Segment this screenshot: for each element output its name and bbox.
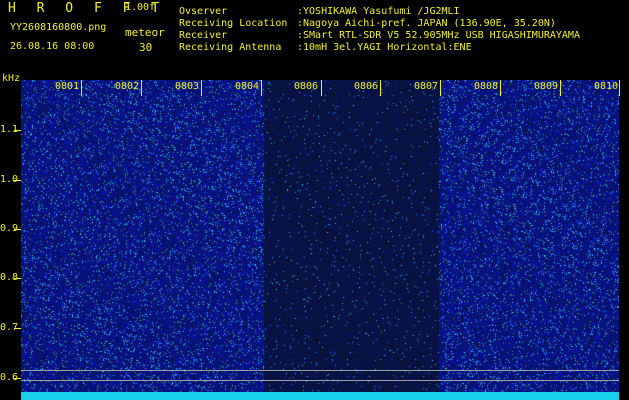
x-tick-mark — [321, 80, 322, 96]
reference-line — [21, 370, 619, 371]
y-tick-mark — [14, 229, 21, 230]
info-label-observer: Ovserver — [179, 6, 228, 17]
x-tick-mark — [560, 80, 561, 96]
info-value-receiver: :SMart RTL-SDR V5 52.905MHz USB HIGASHIM… — [297, 30, 580, 41]
app-version: 1.00f — [125, 2, 156, 13]
x-tick-label: 0810 — [594, 81, 619, 92]
y-tick-mark — [14, 328, 21, 329]
x-tick-label: 0801 — [55, 81, 80, 92]
y-axis-unit: kHz — [2, 73, 21, 84]
info-label-receiver: Receiver — [179, 30, 228, 41]
info-label-antenna: Receiving Antenna — [179, 42, 282, 53]
x-tick-mark — [440, 80, 441, 96]
filename: YY2608160800.png — [10, 22, 107, 33]
datetime: 26.08.16 08:00 — [10, 41, 95, 52]
x-tick-label: 0804 — [235, 81, 260, 92]
waterfall-panel — [0, 72, 629, 400]
x-tick-mark — [141, 80, 142, 96]
y-tick-mark — [14, 180, 21, 181]
y-tick-mark — [14, 378, 21, 379]
meteor-count: 30 — [139, 41, 153, 54]
x-tick-label: 0806 — [354, 81, 379, 92]
x-tick-mark — [201, 80, 202, 96]
y-tick-mark — [14, 130, 21, 131]
x-tick-mark — [380, 80, 381, 96]
y-tick-mark — [14, 278, 21, 279]
x-tick-label: 0808 — [474, 81, 499, 92]
x-tick-mark — [500, 80, 501, 96]
header-panel: H R O F F T 1.00f YY2608160800.png meteo… — [0, 0, 629, 72]
x-tick-mark — [261, 80, 262, 96]
reference-line — [21, 380, 619, 381]
info-value-antenna: :10mH 3el.YAGI Horizontal:ENE — [297, 42, 472, 53]
waterfall-spectrogram — [21, 80, 619, 400]
x-tick-mark — [619, 80, 620, 96]
x-tick-mark — [81, 80, 82, 96]
meteor-label: meteor — [125, 26, 165, 39]
x-tick-label: 0806 — [294, 81, 319, 92]
signal-baseline — [21, 392, 619, 400]
info-label-location: Receiving Location — [179, 18, 288, 29]
info-value-location: :Nagoya Aichi-pref. JAPAN (136.90E, 35.2… — [297, 18, 556, 29]
x-tick-label: 0807 — [414, 81, 439, 92]
x-tick-label: 0802 — [115, 81, 140, 92]
info-value-observer: :YOSHIKAWA Yasufumi /JG2MLI — [297, 6, 460, 17]
x-tick-label: 0803 — [175, 81, 200, 92]
x-tick-label: 0809 — [534, 81, 559, 92]
